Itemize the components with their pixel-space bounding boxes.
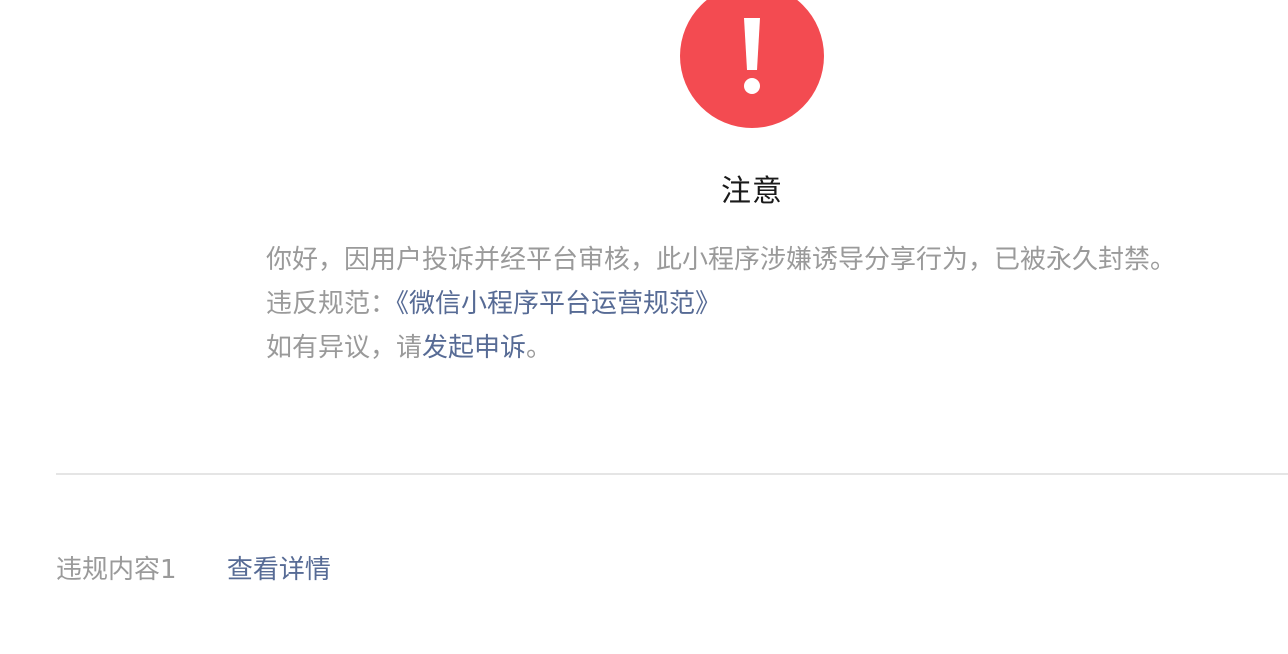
divider: [56, 473, 1288, 475]
appeal-suffix: 。: [526, 333, 553, 363]
page-title: 注意: [721, 174, 783, 209]
ban-message: 你好，因用户投诉并经平台审核，此小程序涉嫌诱导分享行为，已被永久封禁。: [266, 245, 1177, 275]
violation-item-label: 违规内容1: [56, 555, 177, 585]
operation-rules-link[interactable]: 《微信小程序平台运营规范》: [396, 289, 721, 319]
notice-message: 你好，因用户投诉并经平台审核，此小程序涉嫌诱导分享行为，已被永久封禁。 违反规范…: [266, 238, 1206, 370]
violation-item: 违规内容1 查看详情: [56, 549, 331, 591]
violation-rule-label: 违反规范：: [266, 289, 397, 319]
exclamation-circle-icon: [680, 0, 824, 128]
appeal-link[interactable]: 发起申诉: [422, 333, 526, 363]
violation-rule-line: 违反规范：《微信小程序平台运营规范》: [266, 282, 1206, 326]
appeal-prefix: 如有异议，请: [266, 333, 423, 363]
view-details-link[interactable]: 查看详情: [227, 555, 331, 585]
appeal-line: 如有异议，请发起申诉。: [266, 326, 1206, 370]
violation-notice-page: 注意 你好，因用户投诉并经平台审核，此小程序涉嫌诱导分享行为，已被永久封禁。 违…: [0, 0, 1288, 654]
